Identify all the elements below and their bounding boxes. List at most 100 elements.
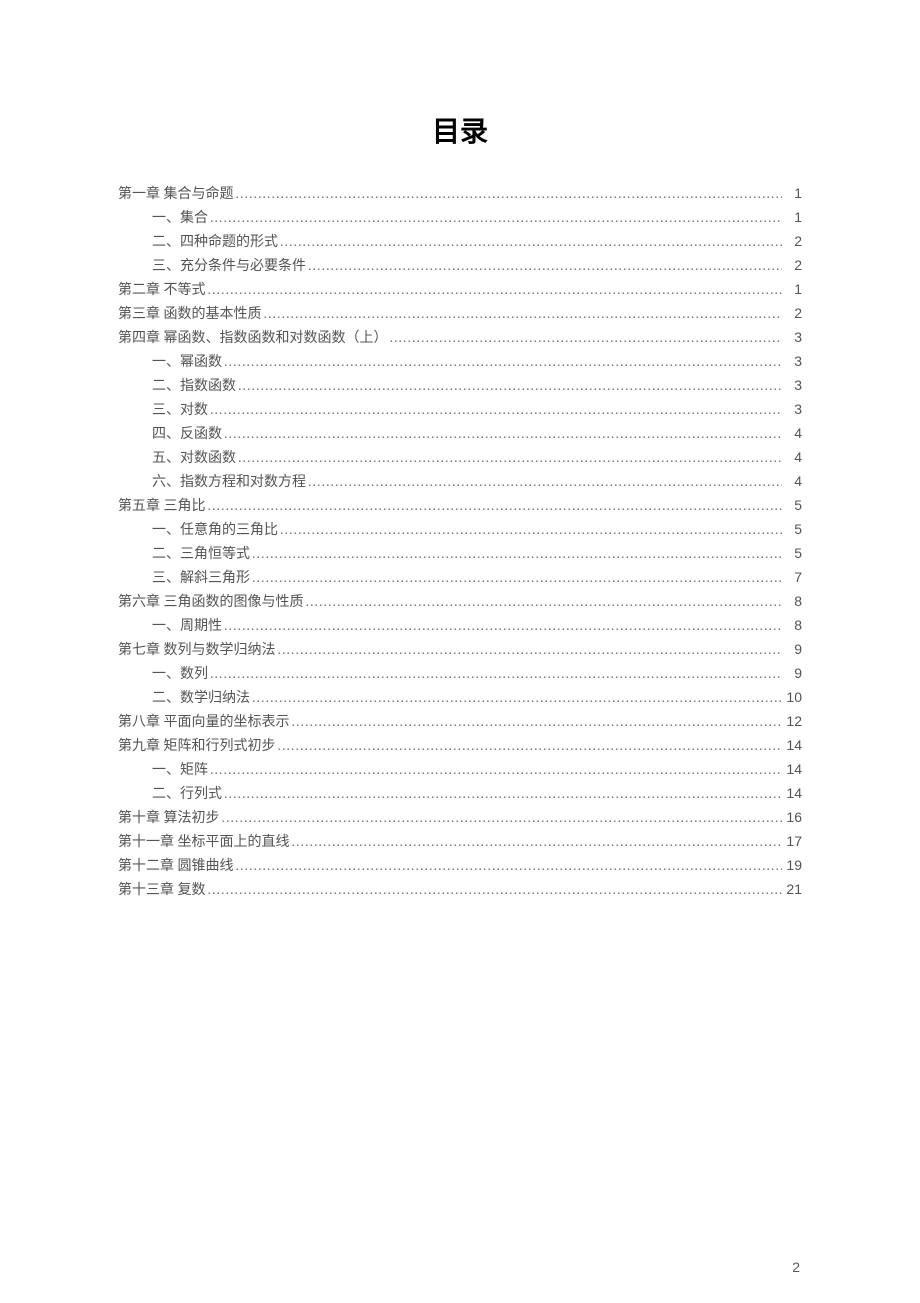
toc-entry-page: 7 [784,566,802,589]
toc-entry-label: 第十一章 坐标平面上的直线 [118,831,290,854]
toc-entry-label: 第七章 数列与数学归纳法 [118,639,276,662]
toc-leader-dots [292,831,783,854]
toc-entry-page: 3 [784,326,802,349]
toc-entry: 二、行列式 14 [118,782,802,806]
toc-leader-dots [208,495,783,518]
toc-entry-page: 14 [784,734,802,757]
toc-leader-dots [306,591,783,614]
toc-entry-label: 二、四种命题的形式 [152,231,278,254]
toc-leader-dots [238,375,782,398]
toc-leader-dots [236,855,783,878]
toc-entry-label: 二、指数函数 [152,375,236,398]
toc-entry-page: 10 [784,686,802,709]
toc-list: 第一章 集合与命题1一、集合1二、四种命题的形式2三、充分条件与必要条件2第二章… [118,182,802,902]
toc-leader-dots [224,351,782,374]
toc-entry: 第七章 数列与数学归纳法9 [118,638,802,662]
toc-entry-page: 9 [784,662,802,685]
toc-entry-page: 5 [784,494,802,517]
toc-entry-label: 第八章 平面向量的坐标表示 [118,711,290,734]
toc-entry: 二、指数函数 3 [118,374,802,398]
toc-entry: 一、集合 1 [118,206,802,230]
toc-entry-label: 六、指数方程和对数方程 [152,471,306,494]
toc-leader-dots [308,255,782,278]
toc-entry-page: 4 [784,446,802,469]
toc-entry-page: 8 [784,614,802,637]
toc-entry-page: 2 [784,230,802,253]
toc-entry-label: 二、数学归纳法 [152,687,250,710]
toc-leader-dots [210,399,782,422]
toc-entry-label: 第二章 不等式 [118,279,206,302]
toc-entry: 第十三章 复数 21 [118,878,802,902]
toc-entry-label: 二、三角恒等式 [152,543,250,566]
toc-entry: 三、对数3 [118,398,802,422]
toc-leader-dots [224,783,782,806]
toc-entry: 第九章 矩阵和行列式初步 14 [118,734,802,758]
toc-entry-label: 四、反函数 [152,423,222,446]
toc-leader-dots [224,615,782,638]
toc-entry-page: 17 [784,830,802,853]
page-number: 2 [792,1259,800,1275]
toc-entry-label: 第十章 算法初步 [118,807,220,830]
toc-entry-page: 5 [784,542,802,565]
toc-entry: 第三章 函数的基本性质 2 [118,302,802,326]
toc-leader-dots [210,207,782,230]
toc-entry-label: 第四章 幂函数、指数函数和对数函数（上） [118,327,388,350]
toc-entry-page: 8 [784,590,802,613]
toc-entry-page: 1 [784,182,802,205]
toc-leader-dots [280,231,782,254]
toc-entry-page: 4 [784,470,802,493]
toc-entry: 第八章 平面向量的坐标表示 12 [118,710,802,734]
toc-entry-page: 3 [784,350,802,373]
toc-entry-page: 21 [784,878,802,901]
toc-entry-page: 12 [784,710,802,733]
toc-entry-page: 4 [784,422,802,445]
toc-entry: 四、反函数 4 [118,422,802,446]
toc-leader-dots [252,543,782,566]
toc-entry: 第一章 集合与命题 1 [118,182,802,206]
toc-entry: 第四章 幂函数、指数函数和对数函数（上） 3 [118,326,802,350]
toc-leader-dots [308,471,782,494]
toc-entry-page: 14 [784,782,802,805]
toc-entry: 第十章 算法初步 16 [118,806,802,830]
toc-entry-label: 二、行列式 [152,783,222,806]
toc-entry: 一、任意角的三角比5 [118,518,802,542]
toc-entry-label: 三、解斜三角形 [152,567,250,590]
toc-entry-page: 5 [784,518,802,541]
toc-entry-label: 第九章 矩阵和行列式初步 [118,735,276,758]
toc-entry: 一、数列 9 [118,662,802,686]
toc-entry: 第十二章 圆锥曲线19 [118,854,802,878]
toc-entry-label: 第五章 三角比 [118,495,206,518]
toc-leader-dots [252,687,782,710]
toc-entry-label: 第十三章 复数 [118,879,206,902]
toc-entry: 二、数学归纳法 10 [118,686,802,710]
toc-entry-page: 2 [784,302,802,325]
toc-entry: 第六章 三角函数的图像与性质 8 [118,590,802,614]
toc-leader-dots [292,711,783,734]
toc-entry-page: 16 [784,806,802,829]
toc-entry: 二、四种命题的形式 2 [118,230,802,254]
toc-leader-dots [236,183,783,206]
toc-entry: 第十一章 坐标平面上的直线 17 [118,830,802,854]
toc-entry: 三、充分条件与必要条件2 [118,254,802,278]
toc-entry: 第五章 三角比 5 [118,494,802,518]
toc-entry-label: 第三章 函数的基本性质 [118,303,262,326]
toc-entry-label: 一、数列 [152,663,208,686]
toc-entry: 三、解斜三角形 7 [118,566,802,590]
toc-leader-dots [280,519,782,542]
toc-entry-page: 19 [784,854,802,877]
toc-leader-dots [390,327,783,350]
toc-leader-dots [208,879,783,902]
toc-entry: 六、指数方程和对数方程 4 [118,470,802,494]
toc-entry-label: 一、矩阵 [152,759,208,782]
toc-entry-page: 3 [784,374,802,397]
toc-entry: 五、对数函数4 [118,446,802,470]
toc-title: 目录 [118,110,802,150]
toc-leader-dots [238,447,782,470]
toc-entry-page: 14 [784,758,802,781]
toc-entry-label: 一、集合 [152,207,208,230]
toc-entry-label: 第一章 集合与命题 [118,183,234,206]
toc-entry-label: 第六章 三角函数的图像与性质 [118,591,304,614]
toc-leader-dots [278,735,783,758]
toc-entry-label: 一、周期性 [152,615,222,638]
toc-entry-page: 1 [784,206,802,229]
